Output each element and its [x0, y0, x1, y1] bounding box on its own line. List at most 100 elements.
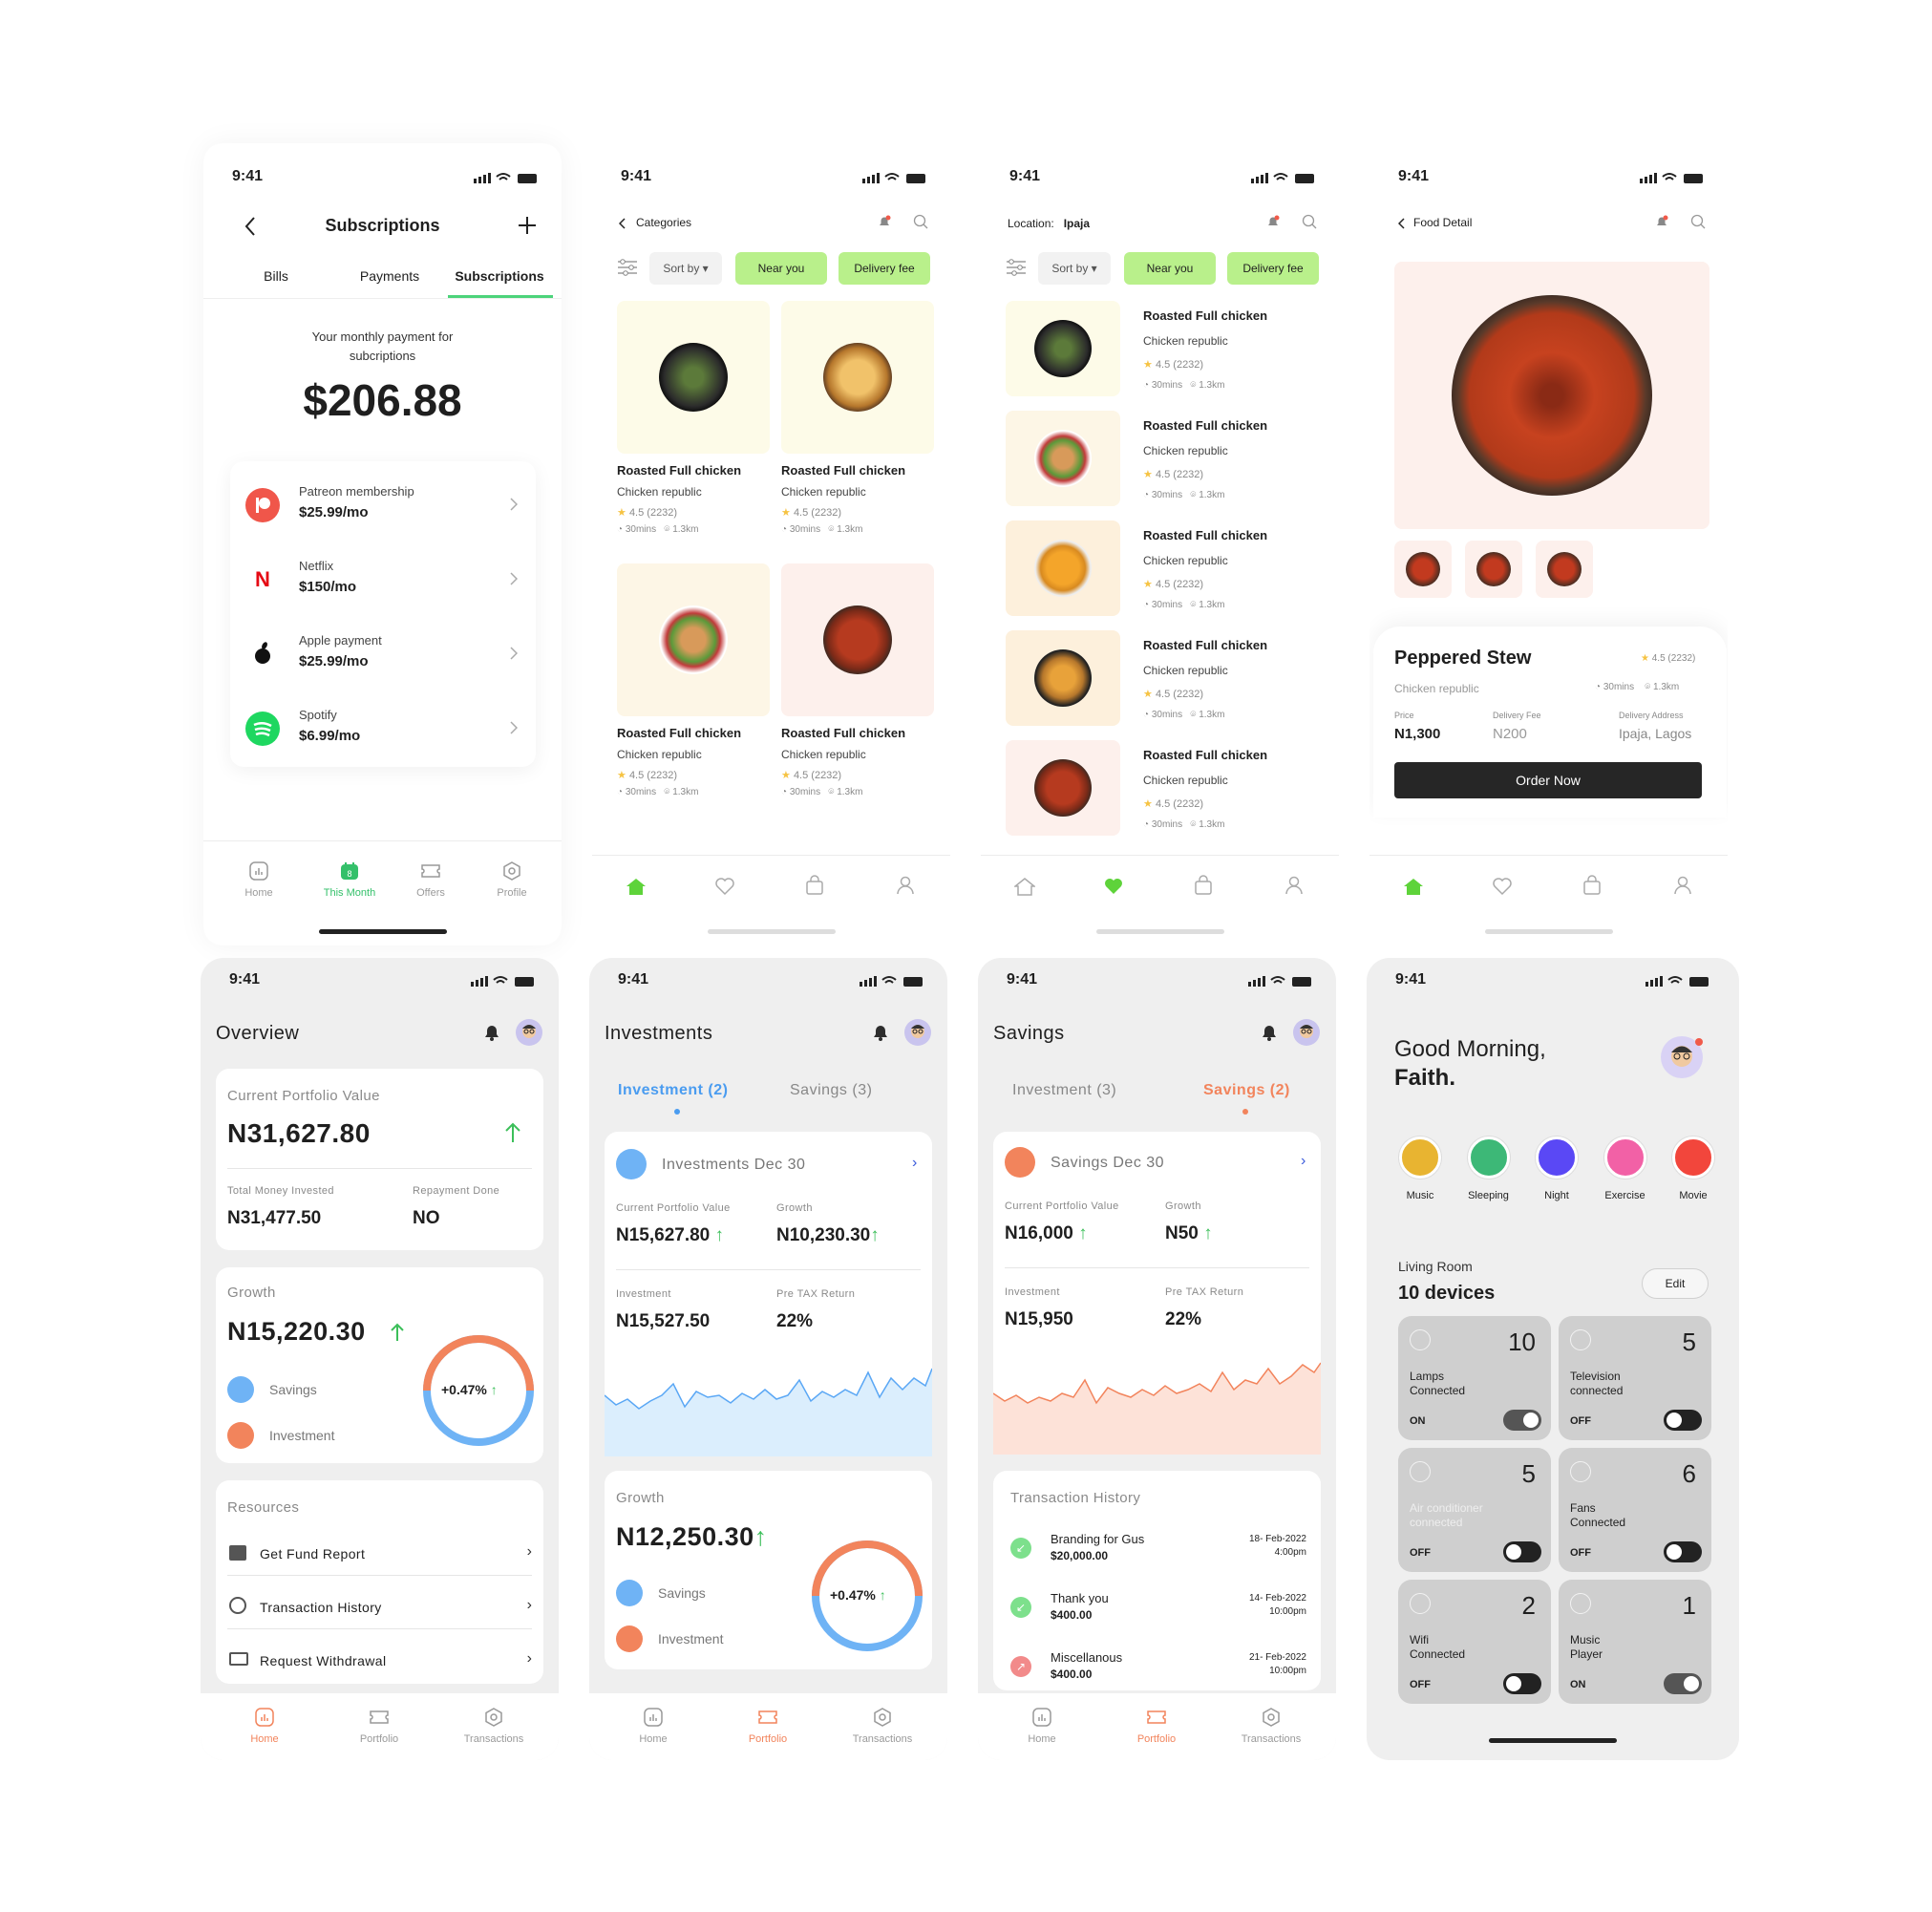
filter-icon[interactable] — [617, 258, 638, 282]
bell-icon[interactable] — [1654, 214, 1669, 234]
device-toggle[interactable] — [1503, 1410, 1541, 1431]
back-label[interactable]: Categories — [636, 216, 691, 229]
card-heading[interactable]: Investments Dec 30 — [662, 1157, 805, 1174]
tab-savings[interactable]: Savings (2) — [1203, 1082, 1290, 1099]
device-tile[interactable]: 2 Wifi Connected OFF — [1398, 1580, 1551, 1704]
search-icon[interactable] — [913, 214, 928, 234]
list-item[interactable]: Roasted Full chicken Chicken republic ★ … — [1006, 520, 1321, 616]
nav-home[interactable]: Home — [615, 1707, 691, 1745]
list-item[interactable]: Patreon membership $25.99/mo — [230, 461, 536, 536]
bag-icon[interactable] — [1194, 875, 1213, 901]
device-toggle[interactable] — [1664, 1410, 1702, 1431]
nav-home[interactable]: Home — [226, 1707, 303, 1745]
food-card-image[interactable] — [781, 563, 934, 716]
tab-subscriptions[interactable]: Subscriptions — [447, 268, 552, 284]
bell-icon[interactable] — [482, 1023, 501, 1047]
nav-transactions[interactable]: Transactions — [844, 1707, 921, 1745]
near-you-chip[interactable]: Near you — [735, 252, 827, 285]
food-card-image[interactable] — [781, 301, 934, 454]
list-item[interactable]: Spotify $6.99/mo — [230, 685, 536, 759]
search-icon[interactable] — [1690, 214, 1706, 234]
resource-row[interactable]: Transaction History › — [227, 1587, 532, 1629]
nav-portfolio[interactable]: Portfolio — [1118, 1707, 1195, 1745]
bell-icon[interactable] — [1265, 214, 1281, 234]
resource-row[interactable]: Request Withdrawal › — [227, 1641, 532, 1683]
mode-sleeping[interactable]: Sleeping — [1460, 1137, 1518, 1201]
location-value[interactable]: Ipaja — [1064, 217, 1090, 230]
tab-investment[interactable]: Investment (3) — [1012, 1082, 1116, 1099]
list-item[interactable]: Roasted Full chicken Chicken republic ★ … — [1006, 630, 1321, 726]
bag-icon[interactable] — [805, 875, 824, 901]
device-toggle[interactable] — [1503, 1541, 1541, 1562]
list-item[interactable]: Apple payment $25.99/mo — [230, 610, 536, 685]
bag-icon[interactable] — [1582, 875, 1602, 901]
nav-this-month[interactable]: 8 This Month — [311, 860, 388, 899]
nav-home[interactable]: Home — [221, 860, 297, 899]
nav-portfolio[interactable]: Portfolio — [730, 1707, 806, 1745]
avatar[interactable] — [904, 1019, 931, 1046]
transaction-row[interactable]: ↙ Thank you $400.00 14- Feb-2022 10:00pm — [1010, 1589, 1306, 1633]
add-icon[interactable] — [517, 215, 538, 241]
list-item[interactable]: Roasted Full chicken Chicken republic ★ … — [1006, 301, 1321, 396]
mode-movie[interactable]: Movie — [1665, 1137, 1722, 1201]
resource-row[interactable]: Get Fund Report › — [227, 1534, 532, 1576]
chevron-right-icon[interactable]: › — [912, 1155, 917, 1172]
list-item[interactable]: Roasted Full chicken Chicken republic ★ … — [1006, 740, 1321, 836]
nav-profile[interactable]: Profile — [474, 860, 550, 899]
list-item[interactable]: N Netflix $150/mo — [230, 536, 536, 610]
device-tile[interactable]: 1 Music Player ON — [1559, 1580, 1711, 1704]
near-you-chip[interactable]: Near you — [1124, 252, 1216, 285]
food-card-image[interactable] — [617, 563, 770, 716]
list-item[interactable]: Roasted Full chicken Chicken republic ★ … — [1006, 411, 1321, 506]
transaction-row[interactable]: ↙ Branding for Gus $20,000.00 18- Feb-20… — [1010, 1530, 1306, 1574]
tab-savings[interactable]: Savings (3) — [790, 1082, 872, 1099]
heart-icon[interactable] — [714, 877, 735, 901]
sort-dropdown[interactable]: Sort by ▾ — [649, 252, 722, 285]
thumbnail[interactable] — [1394, 541, 1452, 598]
bell-icon[interactable] — [1260, 1023, 1279, 1047]
device-toggle[interactable] — [1664, 1673, 1702, 1694]
mode-music[interactable]: Music — [1391, 1137, 1449, 1201]
device-tile[interactable]: 5 Air conditioner connected OFF — [1398, 1448, 1551, 1572]
nav-transactions[interactable]: Transactions — [1233, 1707, 1309, 1745]
back-label[interactable]: Food Detail — [1413, 216, 1472, 229]
edit-button[interactable]: Edit — [1642, 1268, 1709, 1299]
delivery-fee-chip[interactable]: Delivery fee — [839, 252, 930, 285]
device-tile[interactable]: 5 Television connected OFF — [1559, 1316, 1711, 1440]
nav-transactions[interactable]: Transactions — [456, 1707, 532, 1745]
user-icon[interactable] — [1284, 875, 1304, 901]
food-card-image[interactable] — [617, 301, 770, 454]
card-heading[interactable]: Savings Dec 30 — [1051, 1155, 1164, 1172]
mode-exercise[interactable]: Exercise — [1597, 1137, 1654, 1201]
bell-icon[interactable] — [877, 214, 892, 234]
user-icon[interactable] — [1673, 875, 1692, 901]
device-toggle[interactable] — [1664, 1541, 1702, 1562]
sort-dropdown[interactable]: Sort by ▾ — [1038, 252, 1111, 285]
avatar[interactable] — [1661, 1036, 1703, 1078]
device-toggle[interactable] — [1503, 1673, 1541, 1694]
back-chevron-icon[interactable] — [1397, 217, 1406, 234]
home-icon[interactable] — [626, 877, 647, 901]
bell-icon[interactable] — [871, 1023, 890, 1047]
back-chevron-icon[interactable] — [618, 217, 626, 234]
thumbnail[interactable] — [1465, 541, 1522, 598]
order-now-button[interactable]: Order Now — [1394, 762, 1702, 798]
nav-home[interactable]: Home — [1004, 1707, 1080, 1745]
thumbnail[interactable] — [1536, 541, 1593, 598]
home-icon[interactable] — [1012, 877, 1037, 901]
device-tile[interactable]: 6 Fans Connected OFF — [1559, 1448, 1711, 1572]
tab-bills[interactable]: Bills — [238, 268, 314, 284]
delivery-fee-chip[interactable]: Delivery fee — [1227, 252, 1319, 285]
mode-night[interactable]: Night — [1528, 1137, 1585, 1201]
home-icon[interactable] — [1403, 877, 1424, 901]
nav-offers[interactable]: Offers — [393, 860, 469, 899]
chevron-right-icon[interactable]: › — [1301, 1153, 1306, 1170]
search-icon[interactable] — [1302, 214, 1317, 234]
avatar[interactable] — [516, 1019, 542, 1046]
device-tile[interactable]: 10 Lamps Connected ON — [1398, 1316, 1551, 1440]
user-icon[interactable] — [896, 875, 915, 901]
tab-investment[interactable]: Investment (2) — [618, 1082, 728, 1099]
tab-payments[interactable]: Payments — [342, 268, 437, 284]
avatar[interactable] — [1293, 1019, 1320, 1046]
filter-icon[interactable] — [1006, 258, 1027, 282]
